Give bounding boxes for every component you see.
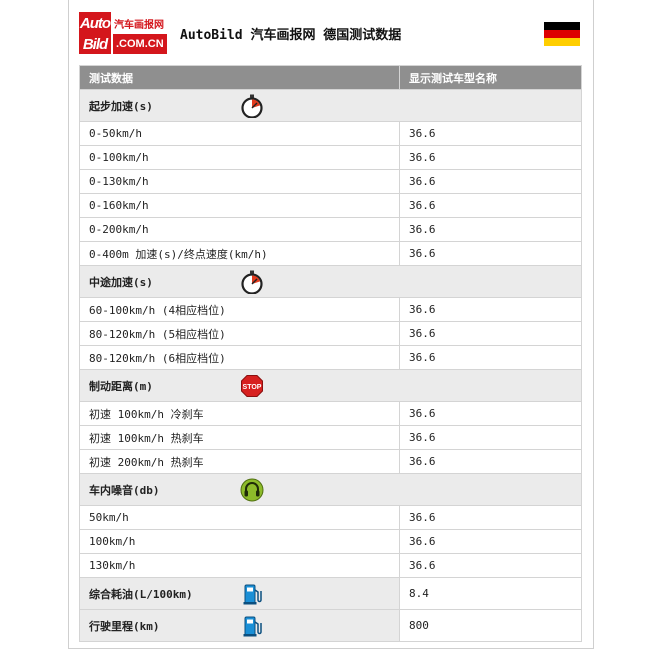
table-row: 80-120km/h (5相应档位) 36.6 [79,321,582,346]
row-value: 36.6 [399,145,582,170]
row-label: 100km/h [79,529,400,554]
row-label: 0-160km/h [79,193,400,218]
section-row-acceleration: 起步加速(s) [79,89,582,122]
logo-auto-text: Auto [79,12,111,34]
logo-cn-text: 汽车画报网 [114,19,164,31]
row-value: 36.6 [399,169,582,194]
row-value: 36.6 [399,217,582,242]
row-value: 36.6 [399,345,582,370]
table-row: 0-160km/h 36.6 [79,193,582,218]
table-row: 60-100km/h (4相应档位) 36.6 [79,297,582,322]
table-row: 0-130km/h 36.6 [79,169,582,194]
germany-flag-icon [544,22,580,46]
table-row: 50km/h 36.6 [79,505,582,530]
row-label: 0-200km/h [79,217,400,242]
table-header-row: 测试数据 显示测试车型名称 [79,65,582,90]
row-label: 50km/h [79,505,400,530]
column-header-test-data: 测试数据 [79,65,400,90]
row-label: 130km/h [79,553,400,578]
row-label: 0-400m 加速(s)/终点速度(km/h) [79,241,400,266]
table-row: 80-120km/h (6相应档位) 36.6 [79,345,582,370]
fuel-pump-icon [243,584,262,605]
row-label: 0-50km/h [79,121,400,146]
table-row: 100km/h 36.6 [79,529,582,554]
section-label: 中途加速(s) [89,275,153,289]
row-label: 80-120km/h (5相应档位) [79,321,400,346]
table-row: 初速 200km/h 热刹车 36.6 [79,449,582,474]
row-value: 36.6 [399,553,582,578]
summary-value: 8.4 [399,577,582,610]
summary-label: 行驶里程(km) [89,619,160,633]
table-row: 初速 100km/h 冷刹车 36.6 [79,401,582,426]
table-row: 初速 100km/h 热刹车 36.6 [79,425,582,450]
section-row-cabin-noise: 车内噪音(db) [79,473,582,506]
autobild-logo[interactable]: Auto 汽车画报网 Bild .COM.CN [79,12,169,54]
section-row-braking: 制动距离(m) STOP [79,369,582,402]
flag-stripe-red [544,30,580,38]
flag-stripe-gold [544,38,580,46]
test-data-table: 测试数据 显示测试车型名称 起步加速(s) 0-50km/h 36.6 0-100… [79,65,582,642]
row-value: 36.6 [399,321,582,346]
logo-domain-text: .COM.CN [113,34,167,54]
row-value: 36.6 [399,401,582,426]
row-value: 36.6 [399,449,582,474]
stop-sign-icon: STOP [241,375,263,397]
fuel-pump-icon [243,616,262,637]
row-value: 36.6 [399,505,582,530]
stopwatch-icon [241,270,263,294]
summary-row-driving-range: 行驶里程(km) 800 [79,609,582,642]
row-label: 80-120km/h (6相应档位) [79,345,400,370]
table-row: 130km/h 36.6 [79,553,582,578]
flag-stripe-black [544,22,580,30]
table-row: 0-50km/h 36.6 [79,121,582,146]
row-value: 36.6 [399,193,582,218]
row-label: 0-130km/h [79,169,400,194]
section-label: 车内噪音(db) [89,483,160,497]
svg-text:STOP: STOP [243,384,262,391]
summary-value: 800 [399,609,582,642]
section-row-midrange-acceleration: 中途加速(s) [79,265,582,298]
column-header-model-name: 显示测试车型名称 [399,65,582,90]
row-value: 36.6 [399,121,582,146]
row-label: 60-100km/h (4相应档位) [79,297,400,322]
row-label: 0-100km/h [79,145,400,170]
summary-row-fuel-consumption: 综合耗油(L/100km) 8.4 [79,577,582,610]
section-label: 制动距离(m) [89,379,153,393]
row-label: 初速 100km/h 冷刹车 [79,401,400,426]
table-row: 0-100km/h 36.6 [79,145,582,170]
headphones-icon [240,478,264,502]
table-row: 0-200km/h 36.6 [79,217,582,242]
table-row: 0-400m 加速(s)/终点速度(km/h) 36.6 [79,241,582,266]
section-label: 起步加速(s) [89,99,153,113]
stopwatch-icon [241,94,263,118]
summary-label: 综合耗油(L/100km) [89,587,193,601]
row-value: 36.6 [399,241,582,266]
row-value: 36.6 [399,529,582,554]
row-label: 初速 200km/h 热刹车 [79,449,400,474]
row-value: 36.6 [399,297,582,322]
row-label: 初速 100km/h 热刹车 [79,425,400,450]
logo-bild-text: Bild [79,34,111,54]
row-value: 36.6 [399,425,582,450]
page-title: AutoBild 汽车画报网 德国测试数据 [180,28,402,43]
